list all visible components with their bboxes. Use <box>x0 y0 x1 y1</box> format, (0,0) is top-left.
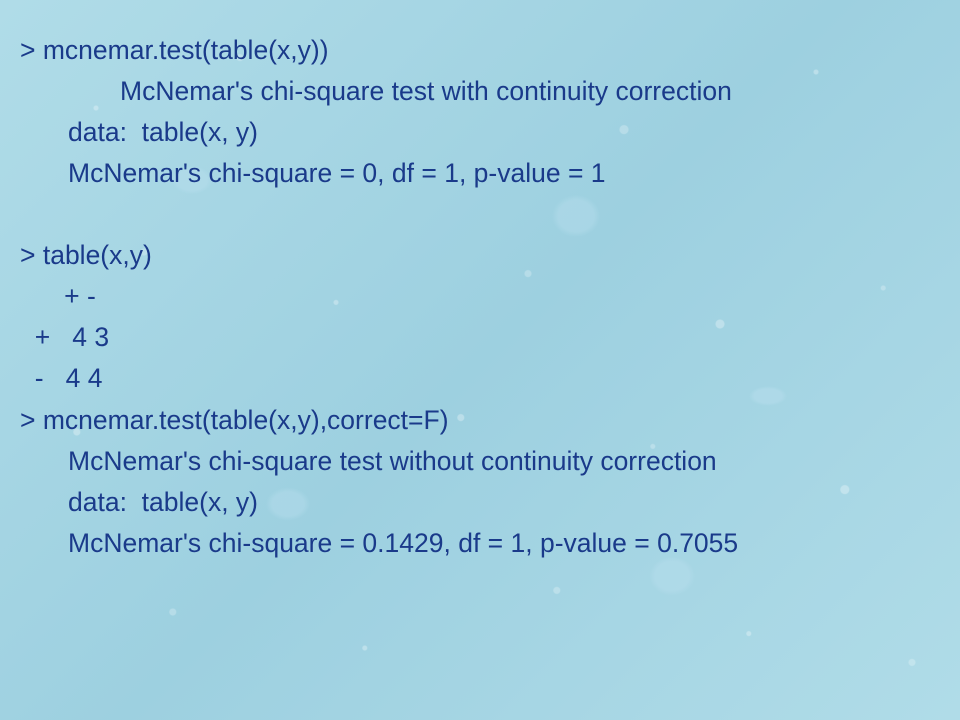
output-line: McNemar's chi-square = 0, df = 1, p-valu… <box>20 153 940 194</box>
table-row: - 4 4 <box>20 358 940 399</box>
code-line: > mcnemar.test(table(x,y)) <box>20 30 940 71</box>
blank-line <box>20 194 940 235</box>
code-line: > table(x,y) <box>20 235 940 276</box>
output-line: data: table(x, y) <box>20 112 940 153</box>
table-row: + 4 3 <box>20 317 940 358</box>
code-line: > mcnemar.test(table(x,y),correct=F) <box>20 400 940 441</box>
output-line: McNemar's chi-square = 0.1429, df = 1, p… <box>20 523 940 564</box>
output-line: McNemar's chi-square test with continuit… <box>20 71 940 112</box>
slide-content: > mcnemar.test(table(x,y)) McNemar's chi… <box>20 30 940 564</box>
table-header: + - <box>20 276 940 317</box>
output-line: McNemar's chi-square test without contin… <box>20 441 940 482</box>
output-line: data: table(x, y) <box>20 482 940 523</box>
